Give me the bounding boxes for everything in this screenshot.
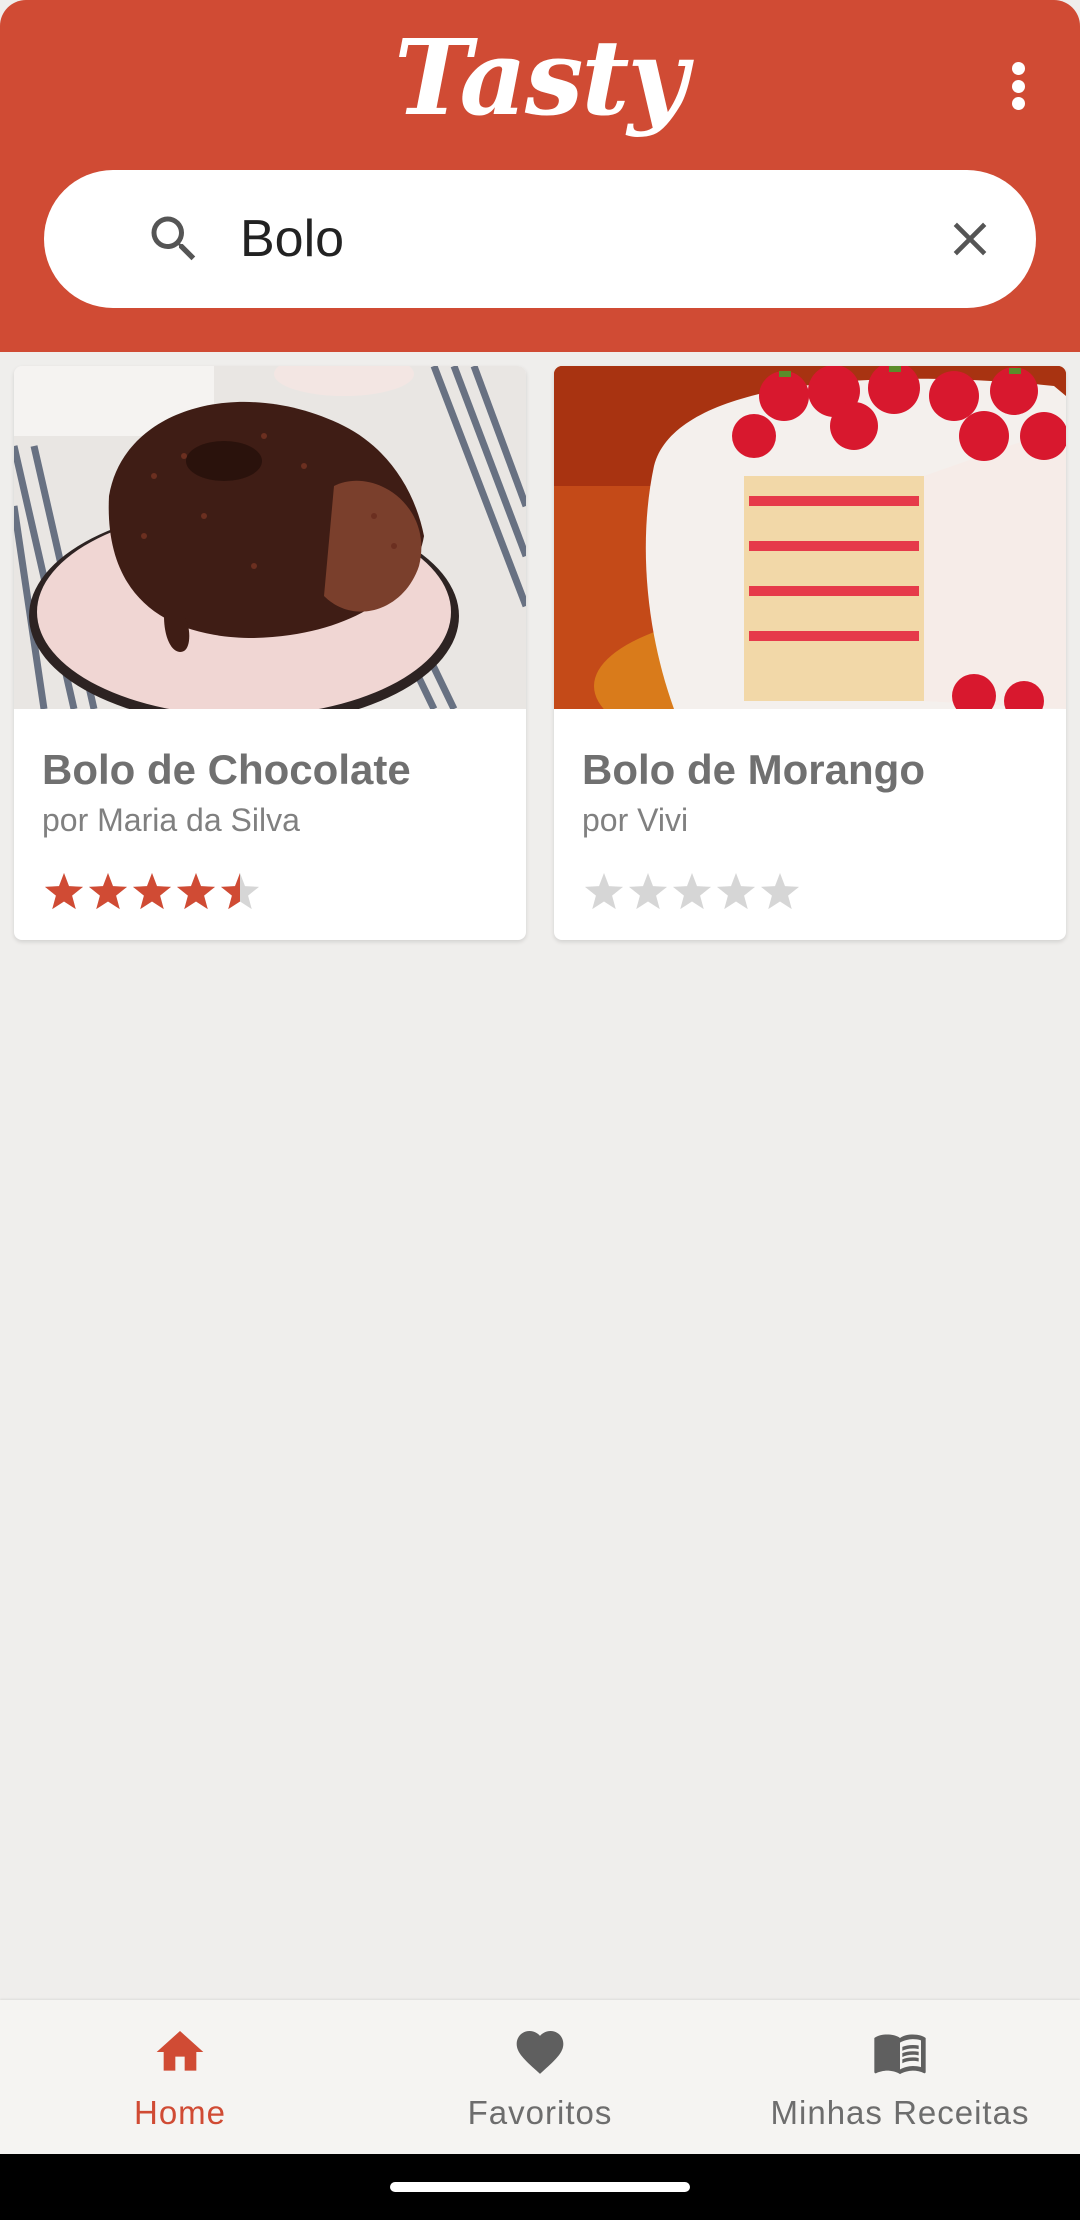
app-bar: Tasty [0,0,1080,352]
close-icon[interactable] [942,211,998,267]
home-gesture-handle[interactable] [390,2182,690,2192]
recipe-title: Bolo de Chocolate [42,746,411,793]
star-empty-icon [628,873,668,910]
nav-label: Home [133,2094,227,2131]
star-filled-icon [88,873,128,910]
app-logo: Tasty [394,16,688,139]
star-empty-icon [584,873,624,910]
nav-item-favoritos[interactable]: Favoritos [360,2000,720,2154]
star-filled-icon [44,873,84,910]
recipe-title: Bolo de Morango [582,746,925,793]
rating-stars [584,873,800,910]
nav-label: Minhas Receitas [770,2094,1030,2131]
star-filled-icon [132,873,172,910]
star-empty-icon [716,873,756,910]
star-filled-icon [176,873,216,910]
strawberry-cake-photo [554,366,1066,709]
recipe-author: por Maria da Silva [42,802,300,838]
book-icon [874,2034,926,2075]
more-vert-icon [1011,62,1025,75]
home-icon [156,2031,204,2071]
nav-item-home[interactable]: Home [0,2000,360,2154]
rating-stars [44,873,260,910]
nav-label: Favoritos [467,2094,613,2131]
star-empty-icon [760,873,800,910]
recipe-author: por Vivi [582,802,689,838]
star-empty-icon [672,873,712,910]
search-input[interactable] [240,190,920,288]
more-options-button[interactable] [990,56,1046,116]
heart-icon [516,2031,564,2074]
nav-item-minhas-receitas[interactable]: Minhas Receitas [720,2000,1080,2154]
search-icon [151,216,196,261]
recipe-card[interactable]: Bolo de Chocolate por Maria da Silva [14,366,526,940]
recipe-card[interactable]: Bolo de Morango por Vivi [554,366,1066,940]
search-bar [44,170,1036,308]
bottom-navigation: Home Favoritos Minhas Receitas [0,2000,1080,2154]
chocolate-cake-photo [14,366,526,709]
